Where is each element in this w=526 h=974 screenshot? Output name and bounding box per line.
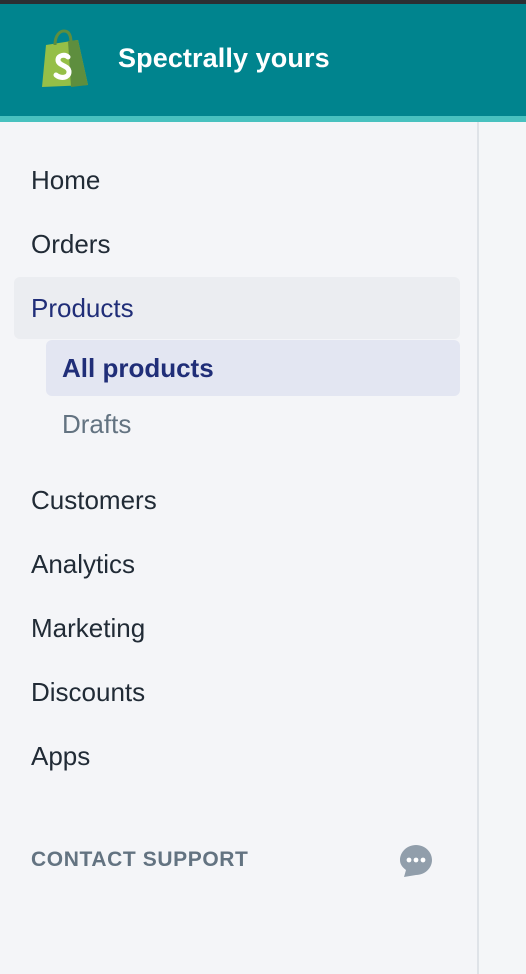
nav-item-label: Marketing bbox=[31, 613, 146, 643]
nav-item-products[interactable]: Products bbox=[14, 277, 460, 339]
nav-item-orders[interactable]: Orders bbox=[14, 213, 460, 275]
nav-item-customers[interactable]: Customers bbox=[14, 469, 460, 531]
nav-item-label: Apps bbox=[31, 741, 91, 771]
nav-item-label: Products bbox=[31, 293, 134, 323]
shopify-bag-icon[interactable] bbox=[38, 29, 92, 89]
subnav-item-drafts[interactable]: Drafts bbox=[46, 396, 460, 452]
nav-item-label: Discounts bbox=[31, 677, 146, 707]
nav-item-analytics[interactable]: Analytics bbox=[14, 533, 460, 595]
nav-item-marketing[interactable]: Marketing bbox=[14, 597, 460, 659]
chat-bubble-icon[interactable] bbox=[398, 843, 434, 879]
nav-item-label: Customers bbox=[31, 485, 157, 515]
subnav-item-label: All products bbox=[62, 353, 214, 383]
nav-item-label: Analytics bbox=[31, 549, 136, 579]
top-bar: Spectrally yours bbox=[0, 4, 526, 116]
nav-item-discounts[interactable]: Discounts bbox=[14, 661, 460, 723]
nav-item-apps[interactable]: Apps bbox=[14, 725, 460, 787]
sidebar: Home Orders Products All products Drafts… bbox=[0, 122, 479, 974]
nav-item-home[interactable]: Home bbox=[14, 149, 460, 211]
subnav-item-label: Drafts bbox=[62, 409, 132, 439]
nav-item-label: Home bbox=[31, 165, 101, 195]
main-content bbox=[479, 122, 526, 974]
nav-item-label: Orders bbox=[31, 229, 111, 259]
contact-support-link[interactable]: CONTACT SUPPORT bbox=[31, 848, 248, 872]
store-name[interactable]: Spectrally yours bbox=[118, 43, 330, 74]
subnav-item-all-products[interactable]: All products bbox=[46, 340, 460, 396]
